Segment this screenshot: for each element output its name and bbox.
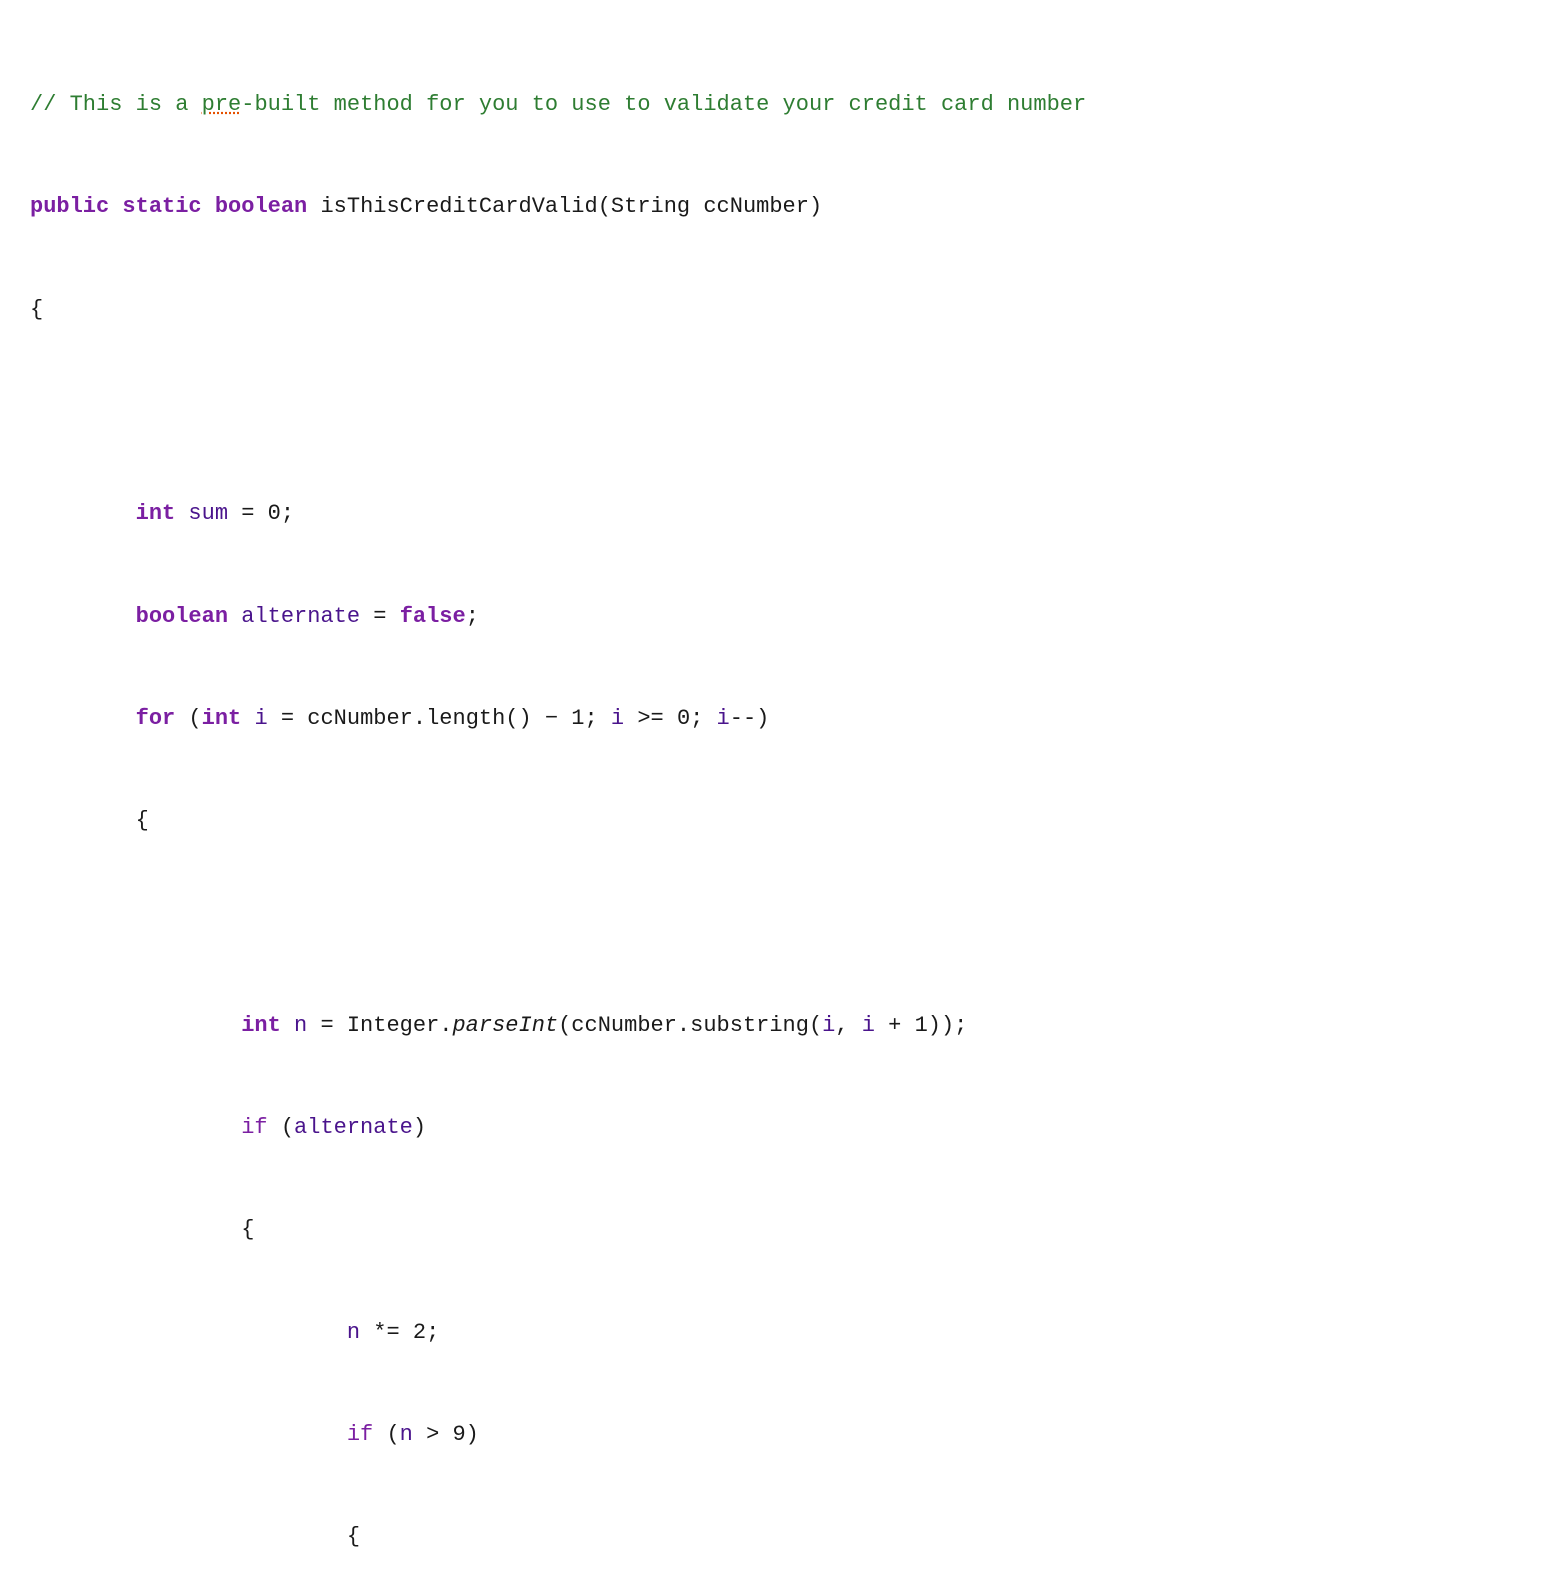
line-open-brace-inner2: { <box>30 1213 1520 1247</box>
var-i-2: i <box>611 706 624 731</box>
var-i-5: i <box>862 1013 875 1038</box>
line-n-times-2: n *= 2; <box>30 1316 1520 1350</box>
keyword-boolean: boolean <box>215 194 307 219</box>
keyword-static: static <box>122 194 201 219</box>
var-alternate-2: alternate <box>294 1115 413 1140</box>
code-block: // This is a pre-built method for you to… <box>30 20 1520 1572</box>
keyword-int-3: int <box>241 1013 281 1038</box>
keyword-if-2: if <box>347 1422 373 1447</box>
line-signature: public static boolean isThisCreditCardVa… <box>30 190 1520 224</box>
var-n-2: n <box>347 1320 360 1345</box>
keyword-if-1: if <box>241 1115 267 1140</box>
line-for-loop: for (int i = ccNumber.length() − 1; i >=… <box>30 702 1520 736</box>
keyword-public: public <box>30 194 109 219</box>
keyword-int-2: int <box>202 706 242 731</box>
line-int-n: int n = Integer.parseInt(ccNumber.substr… <box>30 1009 1520 1043</box>
var-i-1: i <box>241 706 267 731</box>
line-blank-2 <box>30 906 1520 940</box>
method-parseint: parseInt <box>452 1013 558 1038</box>
var-sum: sum <box>175 501 228 526</box>
comment-text: // This is a pre-built method for you to… <box>30 92 1086 117</box>
line-if-n-gt-9: if (n > 9) <box>30 1418 1520 1452</box>
line-open-brace-outer: { <box>30 293 1520 327</box>
type-string: String <box>611 194 690 219</box>
line-open-brace-inner3: { <box>30 1520 1520 1554</box>
keyword-int-1: int <box>136 501 176 526</box>
keyword-false: false <box>400 604 466 629</box>
line-boolean-alternate: boolean alternate = false; <box>30 600 1520 634</box>
keyword-for: for <box>136 706 176 731</box>
line-if-alternate: if (alternate) <box>30 1111 1520 1145</box>
line-blank-1 <box>30 395 1520 429</box>
line-open-brace-inner1: { <box>30 804 1520 838</box>
var-alternate: alternate <box>228 604 360 629</box>
line-int-sum: int sum = 0; <box>30 497 1520 531</box>
keyword-boolean-2: boolean <box>136 604 228 629</box>
var-n-1: n <box>281 1013 307 1038</box>
var-n-3: n <box>400 1422 413 1447</box>
var-i-4: i <box>822 1013 835 1038</box>
line-comment: // This is a pre-built method for you to… <box>30 88 1520 122</box>
var-i-3: i <box>717 706 730 731</box>
